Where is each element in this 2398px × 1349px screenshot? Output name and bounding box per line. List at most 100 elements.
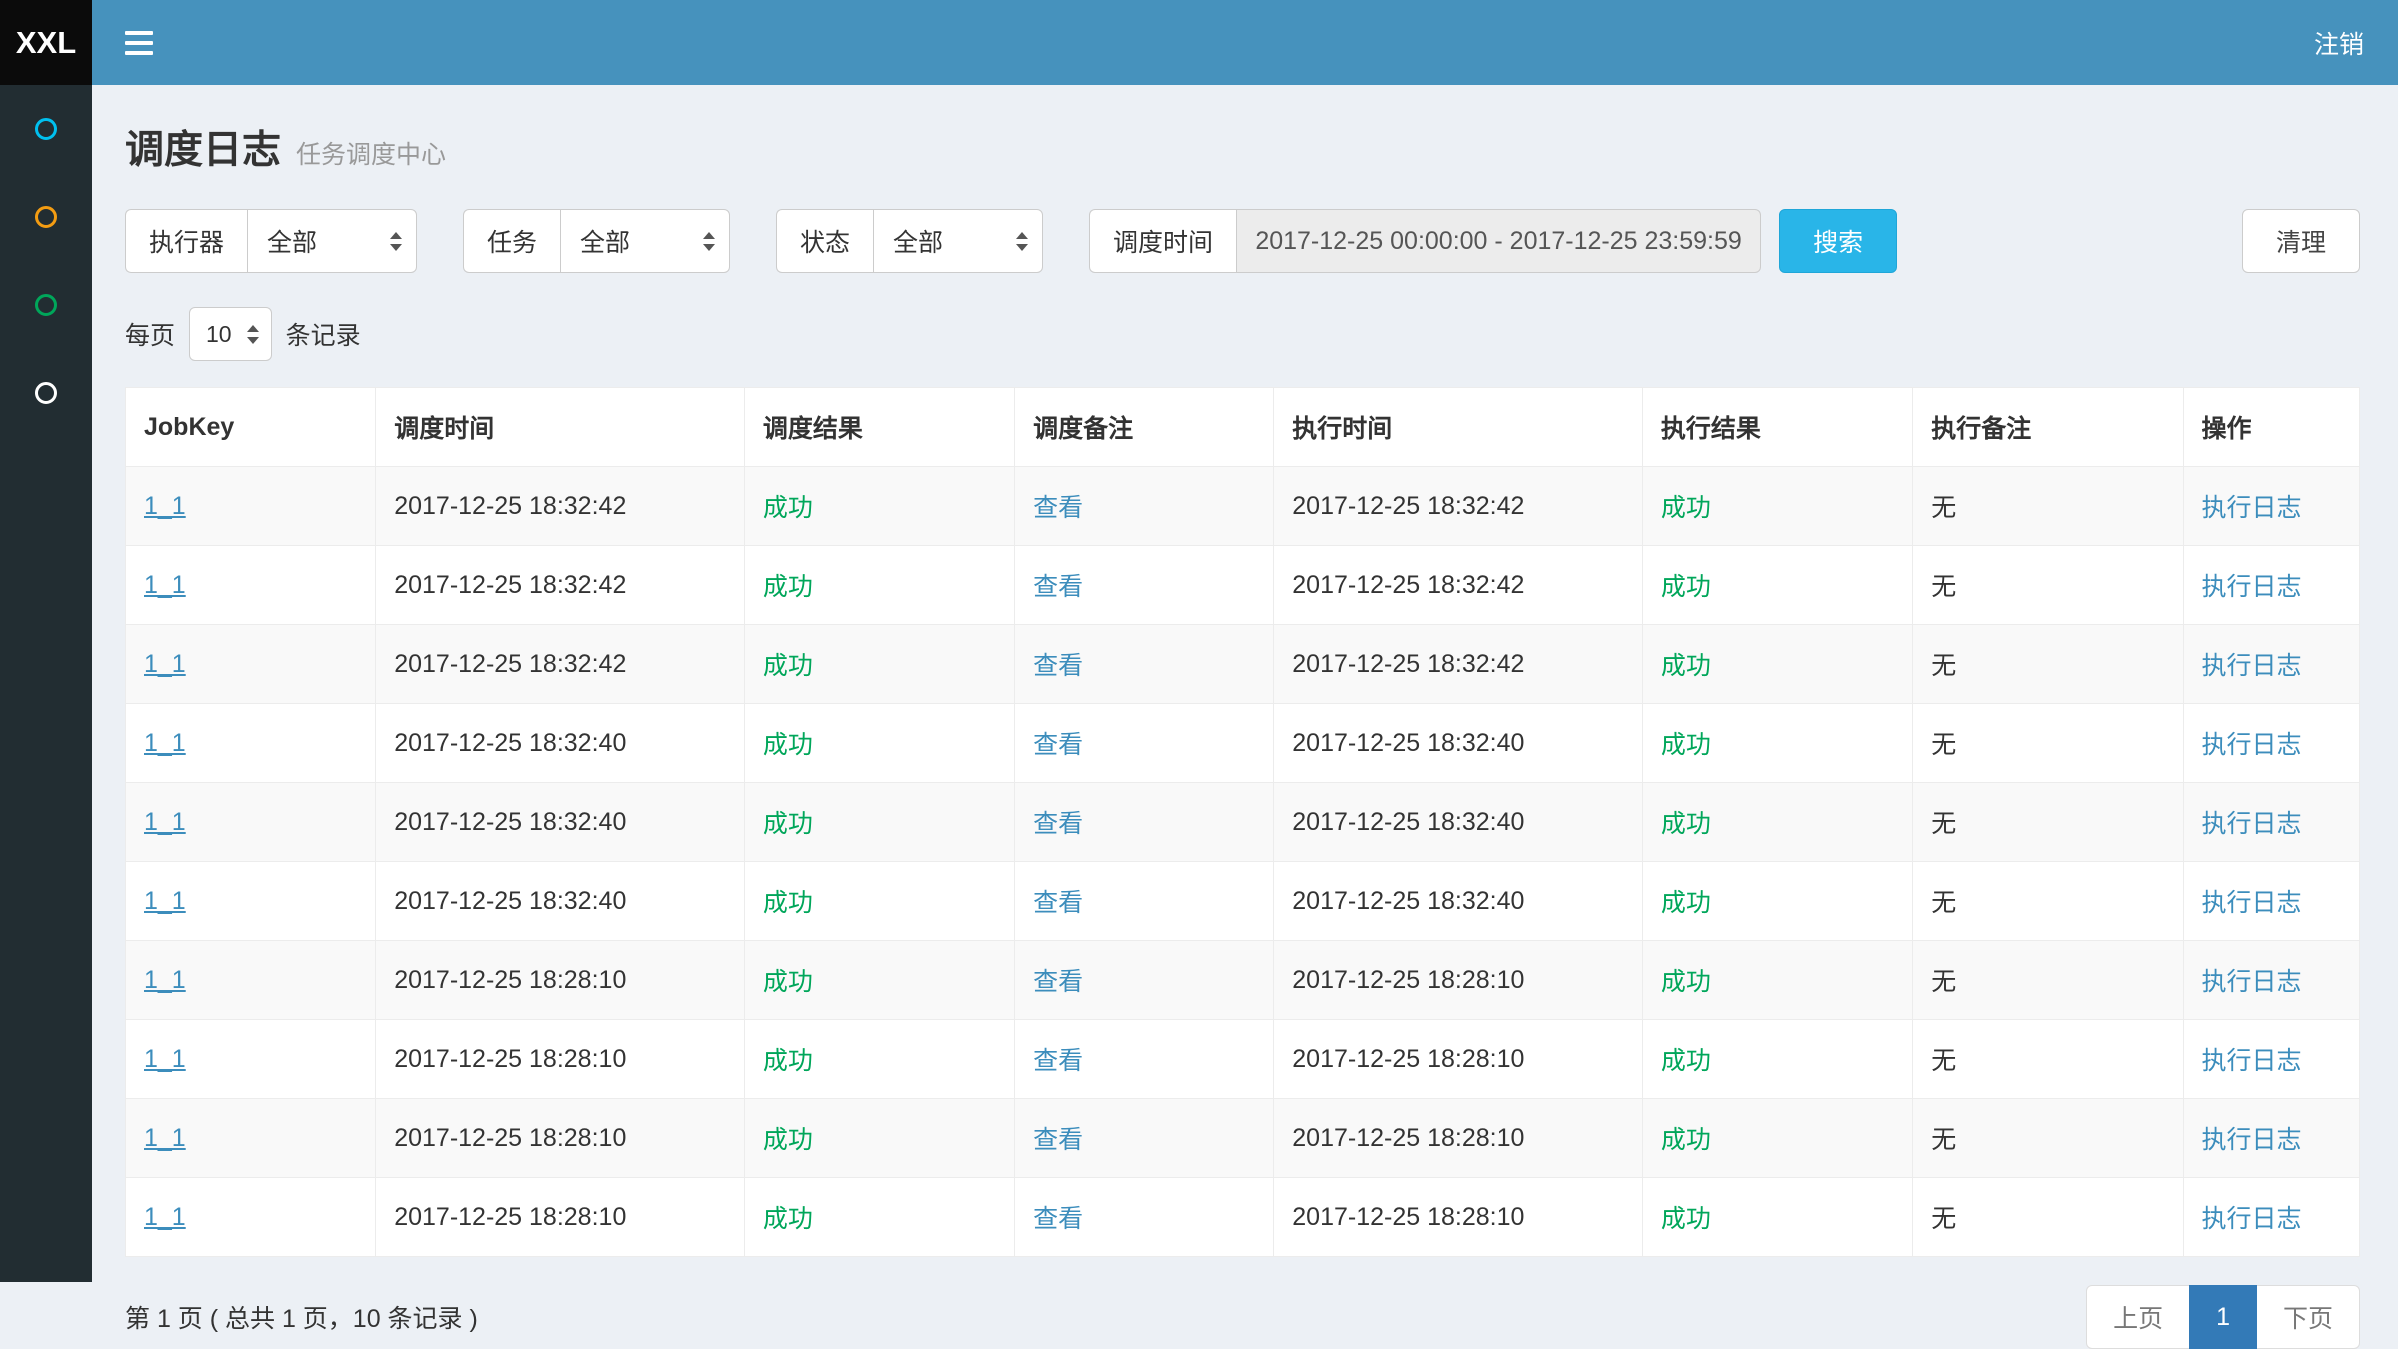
trigger-msg-link[interactable]: 查看 (1033, 1126, 1083, 1154)
trigger-msg-link[interactable]: 查看 (1033, 494, 1083, 522)
circle-icon (35, 294, 57, 316)
jobkey-link[interactable]: 1_1 (144, 1203, 186, 1231)
jobkey-link[interactable]: 1_1 (144, 1045, 186, 1073)
circle-icon (35, 118, 57, 140)
jobkey-link[interactable]: 1_1 (144, 571, 186, 599)
navbar-main: 注销 (92, 0, 2398, 85)
circle-icon (35, 206, 57, 228)
trigger-msg-link[interactable]: 查看 (1033, 1205, 1083, 1233)
trigger-msg-link[interactable]: 查看 (1033, 889, 1083, 917)
search-button[interactable]: 搜索 (1779, 209, 1897, 273)
table-row: 1_1 2017-12-25 18:32:40 成功 查看 2017-12-25… (126, 704, 2360, 783)
handle-result-cell: 成功 (1661, 1047, 1711, 1075)
handle-time-cell: 2017-12-25 18:28:10 (1292, 966, 1524, 994)
handle-time-cell: 2017-12-25 18:32:40 (1292, 808, 1524, 836)
handle-time-cell: 2017-12-25 18:28:10 (1292, 1203, 1524, 1231)
jobkey-link[interactable]: 1_1 (144, 650, 186, 678)
handle-msg-cell: 无 (1931, 968, 1956, 996)
col-trigger-result: 调度结果 (744, 388, 1014, 467)
trigger-time-filter-label: 调度时间 (1089, 209, 1236, 273)
execution-log-link[interactable]: 执行日志 (2202, 1205, 2302, 1233)
sidebar-toggle-button[interactable] (92, 0, 186, 85)
jobkey-link[interactable]: 1_1 (144, 1124, 186, 1152)
clear-button[interactable]: 清理 (2242, 209, 2360, 273)
handle-time-cell: 2017-12-25 18:32:40 (1292, 729, 1524, 757)
trigger-msg-link[interactable]: 查看 (1033, 731, 1083, 759)
handle-result-cell: 成功 (1661, 494, 1711, 522)
handle-msg-cell: 无 (1931, 494, 1956, 522)
handle-result-cell: 成功 (1661, 573, 1711, 601)
handle-msg-cell: 无 (1931, 1047, 1956, 1075)
executor-select[interactable]: 全部 (247, 209, 417, 273)
logout-link[interactable]: 注销 (2314, 25, 2364, 61)
handle-result-cell: 成功 (1661, 652, 1711, 680)
trigger-msg-link[interactable]: 查看 (1033, 573, 1083, 601)
top-navbar: XXL 注销 (0, 0, 2398, 85)
trigger-result-cell: 成功 (763, 810, 813, 838)
jobkey-link[interactable]: 1_1 (144, 808, 186, 836)
trigger-msg-link[interactable]: 查看 (1033, 968, 1083, 996)
trigger-result-cell: 成功 (763, 731, 813, 759)
page-1-button[interactable]: 1 (2189, 1285, 2257, 1349)
table-row: 1_1 2017-12-25 18:28:10 成功 查看 2017-12-25… (126, 941, 2360, 1020)
jobkey-link[interactable]: 1_1 (144, 729, 186, 757)
handle-time-cell: 2017-12-25 18:32:42 (1292, 571, 1524, 599)
trigger-result-cell: 成功 (763, 573, 813, 601)
sidebar-item-2[interactable] (0, 173, 92, 261)
chevron-up-down-icon (1016, 232, 1028, 251)
col-trigger-msg: 调度备注 (1015, 388, 1274, 467)
trigger-time-range-value: 2017-12-25 00:00:00 - 2017-12-25 23:59:5… (1255, 227, 1742, 256)
trigger-result-cell: 成功 (763, 1126, 813, 1154)
jobkey-link[interactable]: 1_1 (144, 887, 186, 915)
table-row: 1_1 2017-12-25 18:28:10 成功 查看 2017-12-25… (126, 1178, 2360, 1257)
job-select[interactable]: 全部 (560, 209, 730, 273)
sidebar-item-4[interactable] (0, 349, 92, 437)
table-header-row: JobKey 调度时间 调度结果 调度备注 执行时间 执行结果 执行备注 操作 (126, 388, 2360, 467)
jobkey-link[interactable]: 1_1 (144, 492, 186, 520)
trigger-time-cell: 2017-12-25 18:32:40 (394, 808, 626, 836)
execution-log-link[interactable]: 执行日志 (2202, 968, 2302, 996)
execution-log-link[interactable]: 执行日志 (2202, 652, 2302, 680)
trigger-time-cell: 2017-12-25 18:32:42 (394, 571, 626, 599)
executor-filter-group: 执行器 全部 (125, 209, 417, 273)
table-footer: 第 1 页 ( 总共 1 页，10 条记录 ) 上页 1 下页 (125, 1285, 2360, 1349)
chevron-up-down-icon (390, 232, 402, 251)
jobkey-link[interactable]: 1_1 (144, 966, 186, 994)
execution-log-link[interactable]: 执行日志 (2202, 573, 2302, 601)
execution-log-link[interactable]: 执行日志 (2202, 810, 2302, 838)
sidebar-item-3[interactable] (0, 261, 92, 349)
chevron-up-down-icon (247, 325, 259, 344)
trigger-time-range-input[interactable]: 2017-12-25 00:00:00 - 2017-12-25 23:59:5… (1236, 209, 1761, 273)
handle-msg-cell: 无 (1931, 1205, 1956, 1233)
execution-log-link[interactable]: 执行日志 (2202, 494, 2302, 522)
execution-log-link[interactable]: 执行日志 (2202, 1126, 2302, 1154)
handle-result-cell: 成功 (1661, 731, 1711, 759)
status-select[interactable]: 全部 (873, 209, 1043, 273)
trigger-result-cell: 成功 (763, 494, 813, 522)
hamburger-icon (125, 31, 153, 35)
handle-result-cell: 成功 (1661, 968, 1711, 996)
page-title: 调度日志 (125, 119, 281, 175)
table-row: 1_1 2017-12-25 18:32:42 成功 查看 2017-12-25… (126, 546, 2360, 625)
trigger-time-filter-group: 调度时间 2017-12-25 00:00:00 - 2017-12-25 23… (1089, 209, 1761, 273)
trigger-time-cell: 2017-12-25 18:28:10 (394, 966, 626, 994)
handle-msg-cell: 无 (1931, 731, 1956, 759)
page-size-suffix: 条记录 (286, 316, 361, 352)
trigger-time-cell: 2017-12-25 18:28:10 (394, 1203, 626, 1231)
app-logo[interactable]: XXL (0, 0, 92, 85)
trigger-msg-link[interactable]: 查看 (1033, 810, 1083, 838)
next-page-button[interactable]: 下页 (2256, 1285, 2360, 1349)
handle-result-cell: 成功 (1661, 1205, 1711, 1233)
execution-log-link[interactable]: 执行日志 (2202, 889, 2302, 917)
sidebar-item-1[interactable] (0, 85, 92, 173)
page-header: 调度日志 任务调度中心 (125, 119, 2360, 175)
table-row: 1_1 2017-12-25 18:32:42 成功 查看 2017-12-25… (126, 625, 2360, 704)
execution-log-link[interactable]: 执行日志 (2202, 731, 2302, 759)
trigger-msg-link[interactable]: 查看 (1033, 1047, 1083, 1075)
trigger-msg-link[interactable]: 查看 (1033, 652, 1083, 680)
table-row: 1_1 2017-12-25 18:28:10 成功 查看 2017-12-25… (126, 1099, 2360, 1178)
page-size-control: 每页 10 条记录 (125, 307, 2360, 361)
execution-log-link[interactable]: 执行日志 (2202, 1047, 2302, 1075)
prev-page-button[interactable]: 上页 (2086, 1285, 2190, 1349)
page-size-select[interactable]: 10 (189, 307, 272, 361)
